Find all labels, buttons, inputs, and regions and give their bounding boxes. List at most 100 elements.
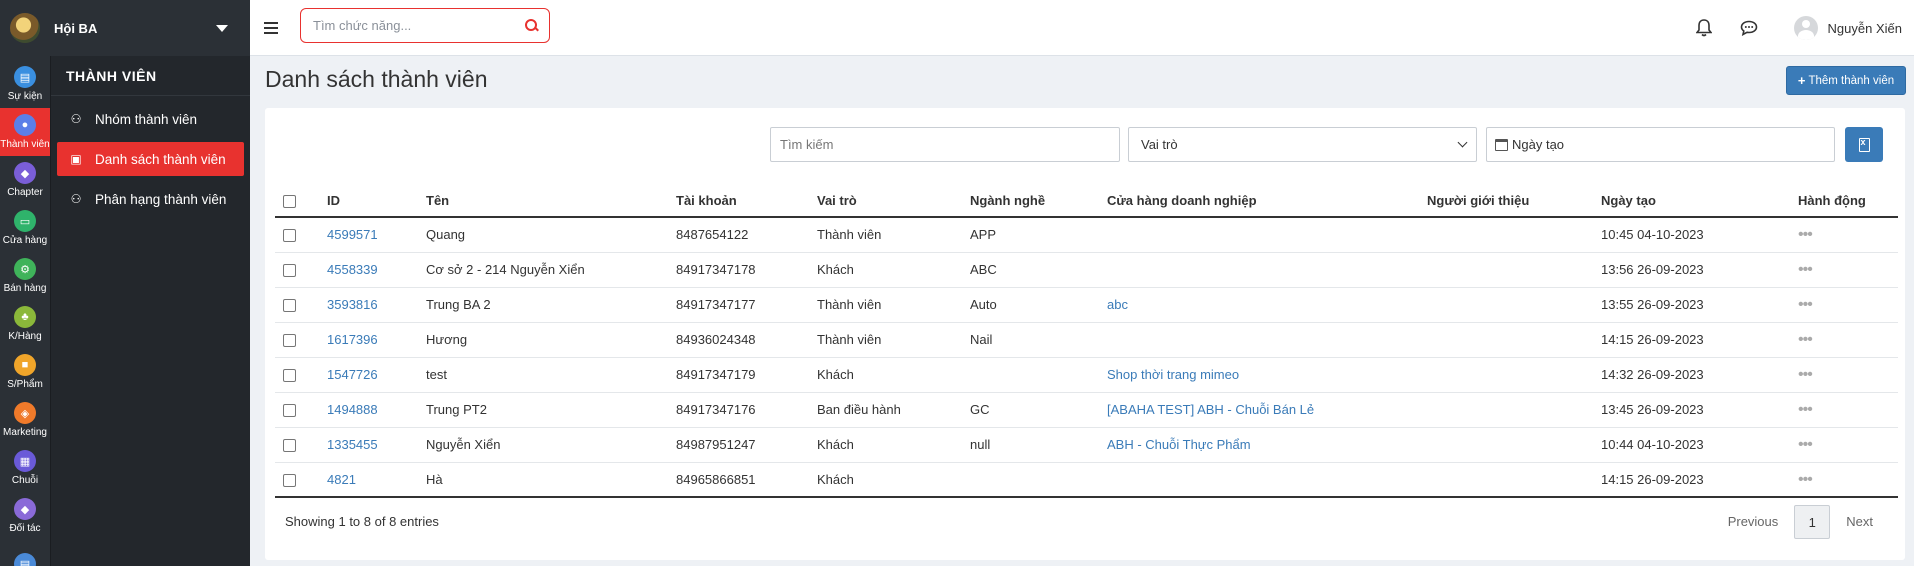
cell-role: Ban điều hành	[817, 402, 901, 417]
cell-created: 14:32 26-09-2023	[1601, 367, 1704, 382]
member-search-input[interactable]	[780, 137, 1119, 152]
cell-id[interactable]: 4558339	[327, 262, 378, 277]
cell-id[interactable]: 4821	[327, 472, 356, 487]
user-group-icon: ⚇	[70, 112, 82, 126]
cell-name: Quang	[426, 227, 466, 243]
cell-id[interactable]: 4599571	[327, 227, 378, 242]
cell-id[interactable]: 1335455	[327, 437, 378, 452]
rail-item-3[interactable]: ▭ Cửa hàng	[0, 204, 50, 252]
cell-name: Hà	[426, 471, 443, 487]
more-actions-icon[interactable]: •••	[1798, 367, 1813, 383]
bell-icon[interactable]	[1694, 18, 1714, 38]
function-search-input[interactable]	[313, 18, 525, 33]
row-checkbox[interactable]	[283, 369, 296, 383]
table-row: 1335455 Nguyễn Xiển 84987951247 Khách null AB…	[275, 427, 1898, 463]
col-header-industry[interactable]: Ngành nghề	[970, 185, 1107, 218]
chevron-down-icon[interactable]	[216, 24, 228, 32]
col-header-store[interactable]: Cửa hàng doanh nghiệp	[1107, 185, 1427, 218]
cell-store[interactable]: ABH - Chuỗi Thực Phẩm	[1107, 437, 1251, 452]
cell-account: 84917347179	[676, 367, 756, 382]
customer-icon: ♣	[14, 306, 36, 328]
add-member-label: Thêm thành viên	[1808, 74, 1895, 87]
more-actions-icon[interactable]: •••	[1798, 297, 1813, 313]
row-checkbox[interactable]	[283, 404, 296, 418]
rail-item-6[interactable]: ■ S/Phẩm	[0, 348, 50, 396]
function-search[interactable]	[300, 8, 550, 43]
row-checkbox[interactable]	[283, 229, 296, 243]
row-checkbox[interactable]	[283, 473, 296, 487]
rail-item-10[interactable]: ▤	[0, 540, 50, 566]
rail-item-7[interactable]: ◈ Marketing	[0, 396, 50, 444]
handshake-icon: ◆	[14, 498, 36, 520]
cell-store[interactable]: Shop thời trang mimeo	[1107, 367, 1239, 382]
add-member-button[interactable]: + Thêm thành viên	[1786, 66, 1906, 95]
hamburger-icon[interactable]	[264, 22, 278, 34]
rail-item-5[interactable]: ♣ K/Hàng	[0, 300, 50, 348]
brand-header: Hội BA	[0, 0, 250, 56]
rail-item-0[interactable]: ▤ Sự kiện	[0, 60, 50, 108]
more-actions-icon[interactable]: •••	[1798, 227, 1813, 243]
date-filter-label: Ngày tạo	[1512, 137, 1565, 152]
cell-role: Khách	[817, 262, 854, 277]
row-checkbox[interactable]	[283, 299, 296, 313]
cell-account: 84987951247	[676, 437, 756, 452]
cell-store[interactable]: [ABAHA TEST] ABH - Chuỗi Bán Lẻ	[1107, 402, 1314, 417]
cell-role: Khách	[817, 437, 854, 452]
cell-role: Thành viên	[817, 297, 882, 312]
topbar: Nguyễn Xiến	[250, 0, 1914, 56]
previous-page-button[interactable]: Previous	[1716, 505, 1791, 539]
cell-id[interactable]: 3593816	[327, 297, 378, 312]
cell-id[interactable]: 1494888	[327, 402, 378, 417]
date-filter[interactable]: Ngày tạo	[1486, 127, 1835, 162]
cell-id[interactable]: 1617396	[327, 332, 378, 347]
submenu-item-label: Danh sách thành viên	[95, 151, 226, 167]
more-actions-icon[interactable]: •••	[1798, 471, 1813, 487]
pagination: Previous 1 Next	[1716, 505, 1885, 539]
cell-industry: null	[970, 437, 991, 452]
cell-account: 84965866851	[676, 471, 756, 487]
search-icon[interactable]	[525, 18, 539, 33]
rail-item-9[interactable]: ◆ Đối tác	[0, 492, 50, 540]
rail-item-8[interactable]: ▦ Chuỗi	[0, 444, 50, 492]
submenu-item-2[interactable]: ⚇ Phân hạng thành viên	[57, 182, 244, 216]
next-page-button[interactable]: Next	[1834, 505, 1885, 539]
rail-item-label: Sự kiện	[7, 91, 43, 102]
page-1-button[interactable]: 1	[1794, 505, 1831, 539]
col-header-referrer[interactable]: Người giới thiệu	[1427, 185, 1601, 218]
cell-name: Cơ sở 2 - 214 Nguyễn Xiển	[426, 262, 585, 277]
more-actions-icon[interactable]: •••	[1798, 332, 1813, 348]
col-header-id[interactable]: ID	[327, 185, 426, 218]
col-header-role[interactable]: Vai trò	[817, 185, 970, 218]
col-header-name[interactable]: Tên	[426, 185, 676, 218]
role-select[interactable]: Vai trò	[1128, 127, 1477, 162]
col-header-account[interactable]: Tài khoản	[676, 185, 817, 218]
cell-created: 13:55 26-09-2023	[1601, 297, 1704, 312]
export-excel-button[interactable]	[1845, 127, 1883, 162]
submenu-item-1[interactable]: ▣ Danh sách thành viên	[57, 142, 244, 176]
user-name[interactable]: Nguyễn Xiến	[1828, 21, 1902, 36]
row-checkbox[interactable]	[283, 439, 296, 453]
filters-bar: Vai trò Ngày tạo	[770, 127, 1883, 162]
user-avatar[interactable]	[1793, 16, 1818, 40]
rail-item-4[interactable]: ⚙ Bán hàng	[0, 252, 50, 300]
calendar-icon: ▤	[14, 66, 36, 88]
row-checkbox[interactable]	[283, 264, 296, 278]
member-search-field[interactable]	[770, 127, 1120, 162]
rail-item-2[interactable]: ◆ Chapter	[0, 156, 50, 204]
table-row: 4558339 Cơ sở 2 - 214 Nguyễn Xiển 84917347…	[275, 252, 1898, 288]
network-icon: ▦	[14, 450, 36, 472]
more-actions-icon[interactable]: •••	[1798, 437, 1813, 453]
more-actions-icon[interactable]: •••	[1798, 402, 1813, 418]
row-checkbox[interactable]	[283, 334, 296, 348]
rail-item-1[interactable]: ● Thành viên	[0, 108, 50, 156]
col-header-created[interactable]: Ngày tạo	[1601, 185, 1798, 218]
cell-industry: Auto	[970, 297, 997, 312]
select-all-checkbox[interactable]	[283, 195, 296, 209]
more-actions-icon[interactable]: •••	[1798, 262, 1813, 278]
cell-store[interactable]: abc	[1107, 297, 1128, 312]
submenu-item-0[interactable]: ⚇ Nhóm thành viên	[57, 102, 244, 136]
brand-logo	[10, 13, 40, 43]
cell-id[interactable]: 1547726	[327, 367, 378, 382]
rail-item-label: Cửa hàng	[2, 235, 48, 246]
chat-icon[interactable]	[1739, 18, 1759, 38]
